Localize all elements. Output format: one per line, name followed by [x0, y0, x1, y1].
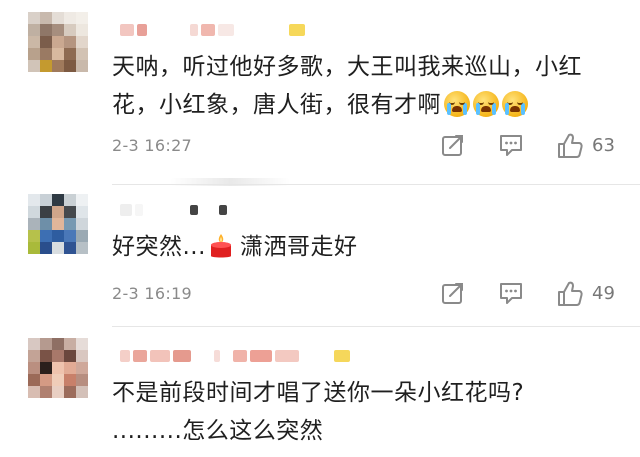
divider — [112, 326, 640, 327]
candle-icon — [210, 234, 231, 258]
reply-icon[interactable] — [498, 280, 524, 306]
like-count: 49 — [592, 283, 615, 304]
comment-time: 2-3 16:19 — [112, 284, 193, 303]
comment-item: 不是前段时间才唱了送你一朵小红花吗? .........怎么这么突然 — [0, 328, 640, 457]
comment-body: 不是前段时间才唱了送你一朵小红花吗? .........怎么这么突然 — [112, 380, 525, 444]
thumbs-up-icon[interactable] — [556, 132, 584, 160]
comment-item: 天呐，听过他好多歌，大王叫我来巡山，小红花，小红象，唐人街，很有才啊 2-3 1… — [0, 0, 640, 178]
crying-face-icon — [444, 91, 470, 117]
avatar[interactable] — [28, 194, 88, 254]
share-icon[interactable] — [440, 132, 466, 158]
thumbs-up-icon[interactable] — [556, 280, 584, 308]
like-count: 63 — [592, 135, 615, 156]
avatar[interactable] — [28, 12, 88, 72]
comment-item: 好突然... 潇洒哥走好 2-3 16:19 49 — [0, 186, 640, 328]
username[interactable] — [120, 202, 227, 218]
comment-text: 好突然... 潇洒哥走好 — [112, 228, 616, 266]
comment-time: 2-3 16:27 — [112, 136, 193, 155]
username[interactable] — [120, 348, 350, 364]
divider — [112, 184, 640, 185]
share-icon[interactable] — [440, 280, 466, 306]
crying-face-icon — [502, 91, 528, 117]
avatar[interactable] — [28, 338, 88, 398]
comment-text: 天呐，听过他好多歌，大王叫我来巡山，小红花，小红象，唐人街，很有才啊 — [112, 48, 616, 124]
comment-actions: 63 — [440, 132, 620, 160]
comment-text: 不是前段时间才唱了送你一朵小红花吗? .........怎么这么突然 — [112, 374, 616, 450]
reply-icon[interactable] — [498, 132, 524, 158]
crying-face-icon — [473, 91, 499, 117]
username[interactable] — [120, 22, 305, 38]
comment-body: 好突然... — [112, 234, 206, 260]
comment-body-continued: 潇洒哥走好 — [239, 234, 358, 260]
comment-actions: 49 — [440, 280, 620, 308]
